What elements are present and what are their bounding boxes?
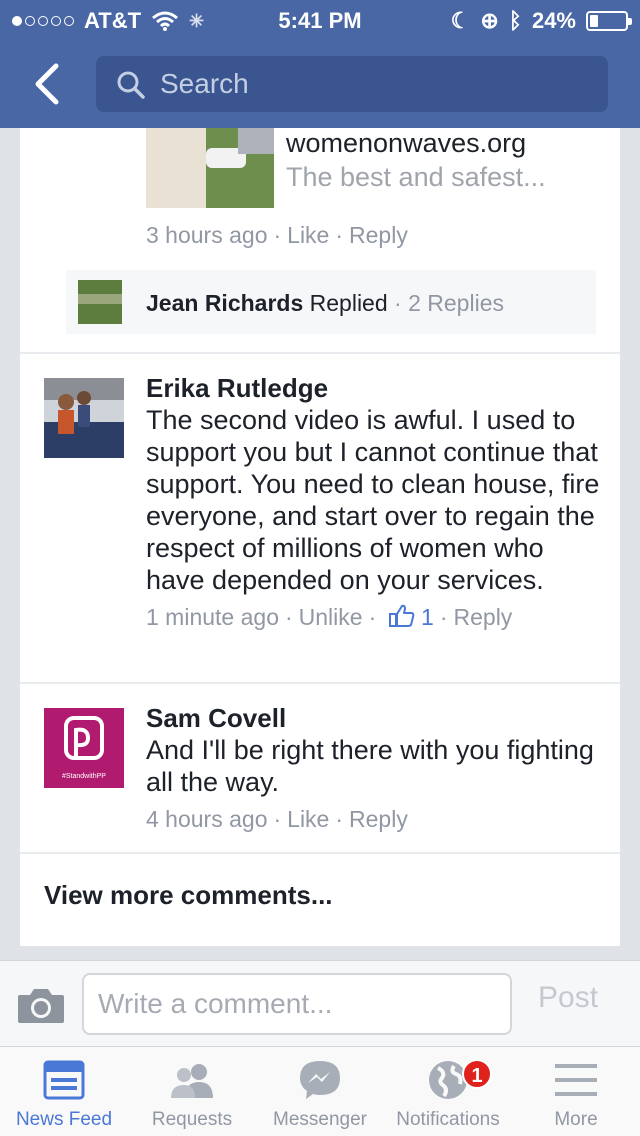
tab-more[interactable]: More [512,1047,640,1136]
comment-time: 1 minute ago [146,604,279,630]
link-preview-site[interactable]: womenonwaves.org [286,128,526,159]
like-link[interactable]: Like [287,806,329,832]
battery-percent: 24% [531,8,576,33]
avatar-caption: #StandwithPP [62,773,106,780]
comment-author[interactable]: Sam Covell [146,702,600,734]
comment-composer: Post [0,960,640,1046]
tab-label: News Feed [15,1109,113,1130]
camera-icon[interactable] [16,985,66,1025]
comment-text: The second video is awful. I used to sup… [146,405,600,595]
back-chevron-icon[interactable] [28,62,68,106]
tab-messenger[interactable]: Messenger [256,1047,384,1136]
divider [20,852,620,854]
comment-meta: 1 minute ago · Unlike · 1 · Reply [146,604,513,630]
replied-label: Replied [309,290,388,316]
top-bar: AT&T ✳ 5:41 PM ☾ ⊕ ᛒ 24% [0,0,640,128]
comment-meta: 3 hours ago · Like · Reply [146,222,408,248]
planned-parenthood-logo: #StandwithPP [44,708,124,788]
status-bar: AT&T ✳ 5:41 PM ☾ ⊕ ᛒ 24% [0,0,640,40]
rotation-lock-icon: ⊕ [480,8,499,33]
menu-icon [555,1064,597,1096]
like-count: 1 [421,604,434,630]
tab-label: More [554,1109,598,1130]
comment-time: 3 hours ago [146,222,268,248]
moon-icon: ☾ [450,8,471,33]
bluetooth-icon: ᛒ [508,8,522,33]
messenger-icon [300,1061,340,1099]
avatar[interactable]: #StandwithPP [44,708,124,788]
tab-bar: News Feed Requests Messenger 1 Notificat… [0,1046,640,1136]
avatar [78,280,122,324]
thumbs-up-icon [388,604,414,627]
view-more-comments-link[interactable]: View more comments... [44,880,333,911]
like-link[interactable]: Like [287,222,329,248]
requests-icon [171,1064,213,1098]
unlike-link[interactable]: Unlike [299,604,363,630]
replies-summary[interactable]: Jean Richards Replied · 2 Replies [66,270,596,334]
search-icon [117,71,145,99]
tab-news-feed[interactable]: News Feed [0,1047,128,1136]
search-input[interactable] [160,64,580,104]
comments-card: womenonwaves.org The best and safest... … [20,128,620,946]
comment-author[interactable]: Erika Rutledge [146,372,600,404]
notification-badge: 1 [462,1059,492,1089]
comment-item: #StandwithPP Sam Covell And I'll be righ… [20,682,620,852]
avatar[interactable] [44,378,124,458]
reply-link[interactable]: Reply [349,222,408,248]
battery-icon [586,11,632,31]
comment-time: 4 hours ago [146,806,268,832]
tab-requests[interactable]: Requests [128,1047,256,1136]
reply-link[interactable]: Reply [454,604,513,630]
reply-count: 2 Replies [408,290,504,316]
tab-notifications[interactable]: 1 Notifications [384,1047,512,1136]
link-preview-thumbnail[interactable] [146,128,274,208]
tab-label: Messenger [273,1109,367,1130]
reply-link[interactable]: Reply [349,806,408,832]
comment-meta: 4 hours ago · Like · Reply [146,806,408,832]
tab-label: Notifications [396,1109,500,1130]
comment-item: Erika Rutledge The second video is awful… [20,352,620,682]
replier-name: Jean Richards [146,290,304,316]
comment-text: And I'll be right there with you fightin… [146,735,594,797]
search-bar[interactable] [96,56,608,112]
link-preview-description[interactable]: The best and safest... [286,162,546,193]
tab-label: Requests [151,1109,233,1130]
comment-input[interactable] [82,973,512,1035]
news-feed-icon [43,1060,85,1100]
post-button[interactable]: Post [538,981,598,1015]
